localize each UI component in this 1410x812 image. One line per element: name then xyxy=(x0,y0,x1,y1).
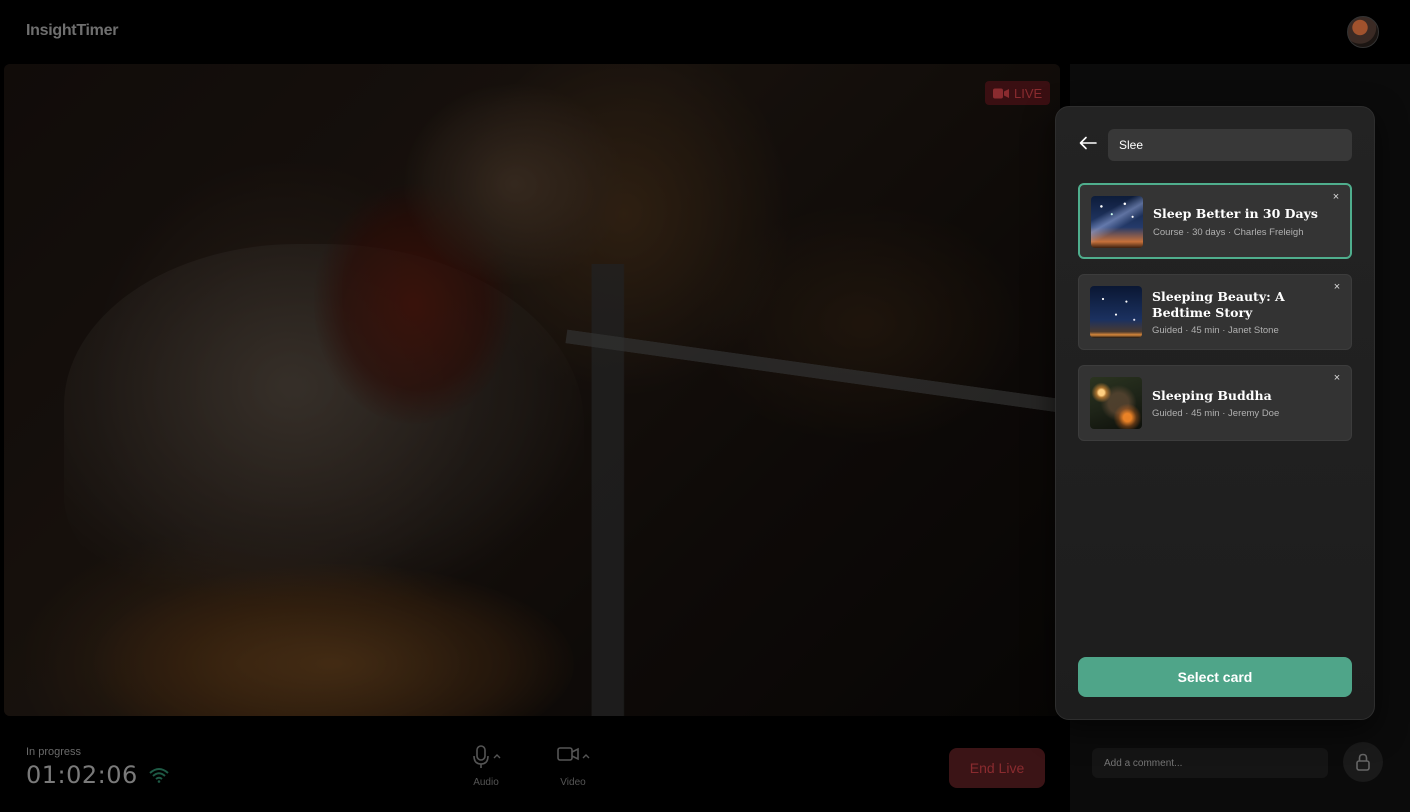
content-search-modal: Sleep Better in 30 Days Course · 30 days… xyxy=(1055,106,1375,720)
result-meta: Course · 30 days · Charles Freleigh xyxy=(1153,227,1304,238)
video-label: Video xyxy=(560,777,586,788)
wifi-signal-icon xyxy=(149,768,169,783)
close-icon[interactable]: × xyxy=(1330,191,1342,203)
microphone-icon xyxy=(472,745,489,768)
chevron-up-icon[interactable] xyxy=(493,753,501,759)
select-card-button[interactable]: Select card xyxy=(1078,657,1352,697)
video-dim-overlay xyxy=(4,64,1060,716)
result-meta: Guided · 45 min · Jeremy Doe xyxy=(1152,408,1280,419)
comment-input[interactable] xyxy=(1092,748,1328,778)
arrow-left-icon xyxy=(1079,136,1097,150)
live-video-stream xyxy=(4,64,1060,716)
chevron-up-icon[interactable] xyxy=(582,753,590,759)
video-camera-icon xyxy=(556,747,579,761)
close-icon[interactable]: × xyxy=(1331,372,1343,384)
live-label: LIVE xyxy=(1014,85,1043,101)
search-input[interactable] xyxy=(1108,129,1352,161)
result-thumbnail xyxy=(1090,377,1142,429)
result-card[interactable]: Sleeping Buddha Guided · 45 min · Jeremy… xyxy=(1078,365,1352,441)
timer-value: 01:02:06 xyxy=(26,761,138,789)
result-title: Sleep Better in 30 Days xyxy=(1153,206,1318,221)
camera-icon xyxy=(993,88,1009,98)
lock-icon xyxy=(1356,753,1370,771)
progress-label: In progress xyxy=(26,746,82,758)
result-title: Sleeping Beauty: A Bedtime Story xyxy=(1152,289,1285,320)
end-live-button[interactable]: End Live xyxy=(949,748,1045,788)
result-thumbnail xyxy=(1091,196,1143,248)
close-icon[interactable]: × xyxy=(1331,281,1343,293)
result-card[interactable]: Sleeping Beauty: A Bedtime Story Guided … xyxy=(1078,274,1352,350)
live-badge: LIVE xyxy=(985,81,1051,105)
result-card[interactable]: Sleep Better in 30 Days Course · 30 days… xyxy=(1078,183,1352,259)
lock-button[interactable] xyxy=(1343,742,1383,782)
video-control[interactable]: Video xyxy=(543,745,603,788)
user-avatar[interactable] xyxy=(1347,16,1379,48)
audio-control[interactable]: Audio xyxy=(456,745,516,788)
result-title: Sleeping Buddha xyxy=(1152,388,1272,403)
result-meta: Guided · 45 min · Janet Stone xyxy=(1152,325,1279,336)
back-button[interactable] xyxy=(1076,131,1100,155)
stream-timer: 01:02:06 xyxy=(26,761,170,789)
audio-label: Audio xyxy=(473,777,499,788)
result-thumbnail xyxy=(1090,286,1142,338)
brand-logo: InsightTimer xyxy=(26,22,119,39)
